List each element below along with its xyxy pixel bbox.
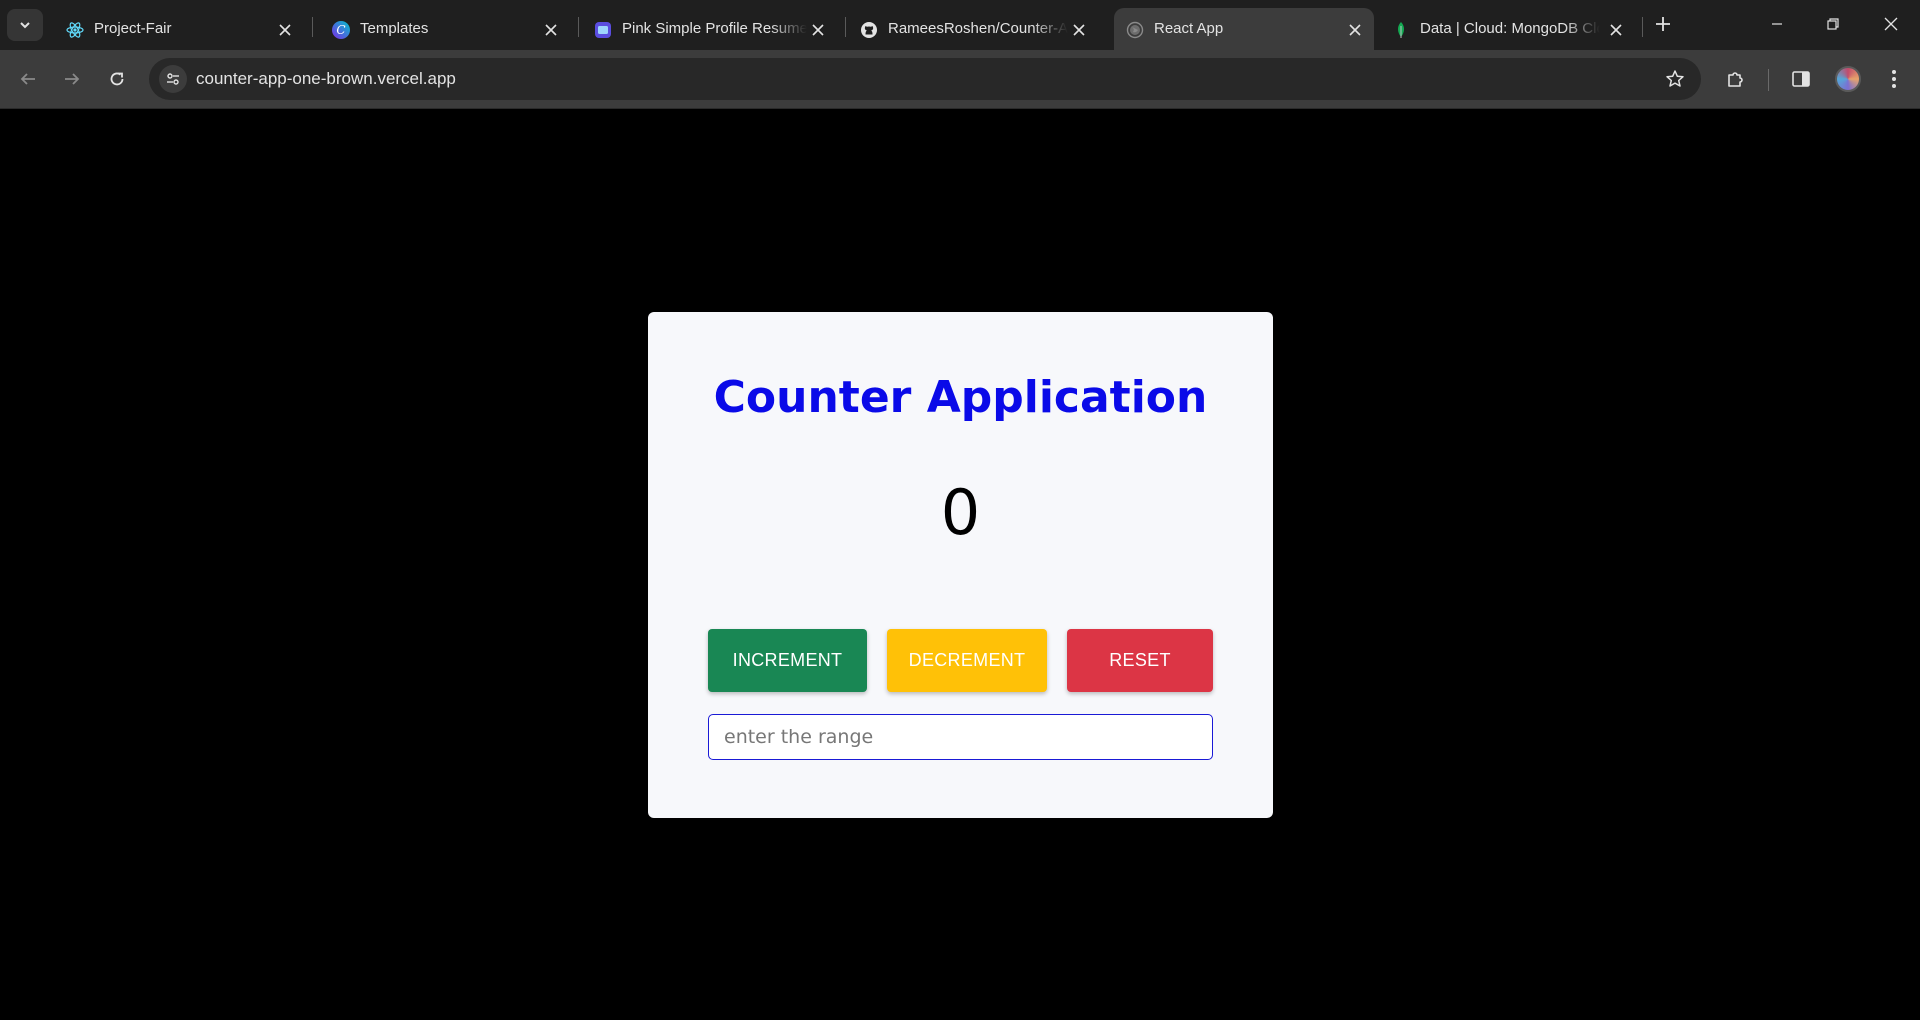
address-bar[interactable]: counter-app-one-brown.vercel.app [149,58,1701,100]
tab-strip: Project-Fair C Templates Pink Simple Pro… [0,0,1920,50]
chevron-down-icon [20,22,30,29]
arrow-left-icon [20,73,35,85]
tab-separator [1642,17,1643,37]
side-panel-icon [1792,71,1810,87]
tab-title: RameesRoshen/Counter-App [888,20,1068,37]
tune-icon [167,73,179,85]
globe-icon [1126,21,1144,39]
counter-value: 0 [940,476,981,549]
increment-button[interactable]: INCREMENT [708,629,867,692]
app-title: Counter Application [713,372,1208,423]
tab-separator [578,17,579,37]
restore-icon [1827,18,1839,30]
close-tab-icon[interactable] [809,21,827,39]
extensions-button[interactable] [1721,64,1751,94]
range-input[interactable] [708,714,1213,760]
tab-project-fair[interactable]: Project-Fair [54,8,304,50]
tab-github-repo[interactable]: RameesRoshen/Counter-App [848,8,1098,50]
tab-react-app[interactable]: React App [1114,8,1374,50]
decrement-button[interactable]: DECREMENT [887,629,1047,692]
bookmark-star-icon[interactable] [1665,69,1685,89]
page-viewport: Counter Application 0 INCREMENT DECREMEN… [0,110,1920,1020]
puzzle-icon [1728,72,1743,87]
close-icon [1884,17,1898,31]
profile-avatar[interactable] [1835,66,1861,92]
reset-button[interactable]: RESET [1067,629,1213,692]
tab-title: React App [1154,20,1224,37]
tab-title: Templates [360,20,429,37]
forward-button[interactable] [57,64,87,94]
site-info-button[interactable] [159,65,187,93]
restore-button[interactable] [1810,8,1856,40]
tab-pink-resume[interactable]: Pink Simple Profile Resume [582,8,837,50]
new-tab-button[interactable] [1651,12,1675,36]
plus-icon [1656,17,1670,31]
tab-title: Project-Fair [94,20,172,37]
close-tab-icon[interactable] [1607,21,1625,39]
minimize-button[interactable] [1754,8,1800,40]
reload-icon [110,72,124,86]
close-tab-icon[interactable] [1346,21,1364,39]
back-button[interactable] [13,64,43,94]
mongodb-leaf-icon [1392,21,1410,39]
close-tab-icon[interactable] [542,21,560,39]
minimize-icon [1772,23,1782,25]
counter-card: Counter Application 0 INCREMENT DECREMEN… [648,312,1273,818]
tab-separator [312,17,313,37]
close-window-button[interactable] [1868,8,1914,40]
browser-toolbar: counter-app-one-brown.vercel.app [0,50,1920,109]
tab-title: Pink Simple Profile Resume [622,20,807,37]
tab-title: Data | Cloud: MongoDB Cloud [1420,20,1600,37]
side-panel-button[interactable] [1786,64,1816,94]
tab-templates[interactable]: C Templates [320,8,570,50]
browser-menu-button[interactable] [1879,64,1909,94]
tab-mongodb[interactable]: Data | Cloud: MongoDB Cloud [1380,8,1635,50]
canva-doc-icon [594,21,612,39]
close-tab-icon[interactable] [276,21,294,39]
arrow-right-icon [65,73,80,85]
github-icon [860,21,878,39]
canva-icon: C [332,21,350,39]
url-text: counter-app-one-brown.vercel.app [196,69,456,88]
svg-text:C: C [336,23,345,37]
reload-button[interactable] [102,64,132,94]
tab-separator [845,17,846,37]
more-vertical-icon [1892,70,1896,88]
react-icon [66,21,84,39]
toolbar-divider [1768,69,1769,91]
tab-search-button[interactable] [7,9,43,41]
close-tab-icon[interactable] [1070,21,1088,39]
